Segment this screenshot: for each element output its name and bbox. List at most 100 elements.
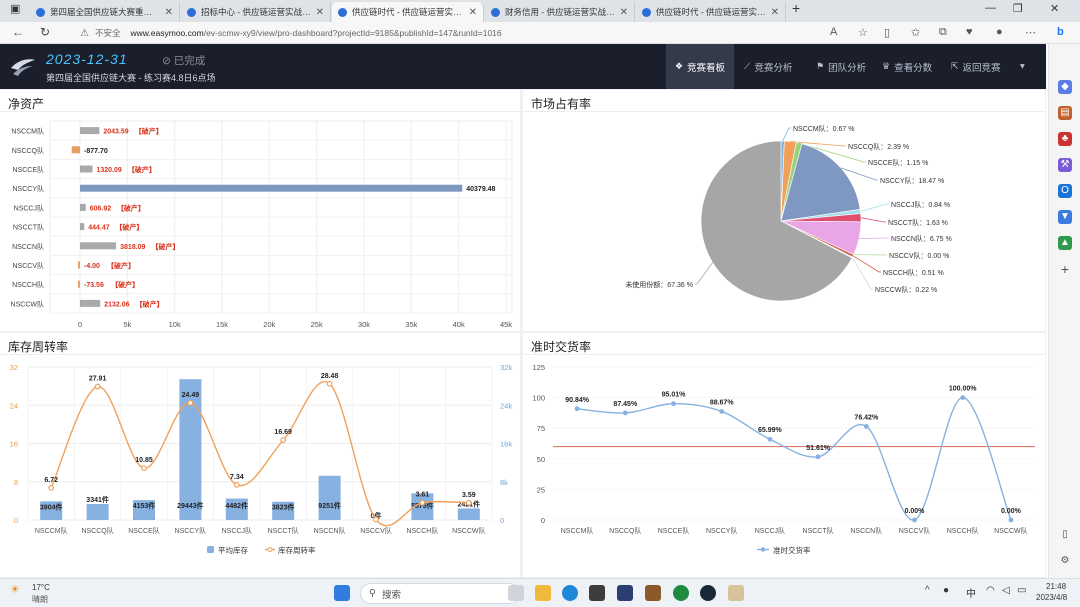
tab-actions-icon[interactable]: ▣	[10, 2, 20, 15]
net-asset-bar	[78, 261, 80, 269]
tag-icon[interactable]: ◆	[1058, 80, 1072, 94]
turnover-value-label: 24.49	[182, 392, 200, 399]
browser-tab[interactable]: 招标中心 - 供应链运营实战（赛 ✕	[181, 2, 331, 22]
app-icon[interactable]	[617, 585, 633, 601]
browser-tab-active[interactable]: 供应链时代 - 供应链运营实战（赛 ✕	[332, 2, 484, 22]
app-icon[interactable]	[645, 585, 661, 601]
qq-icon[interactable]: ●	[943, 585, 949, 596]
bankrupt-label: 【破产】	[128, 165, 156, 174]
url-host: www.easymoo.com	[130, 28, 204, 38]
new-tab-button[interactable]: +	[792, 0, 800, 16]
tab-title: 供应链时代 - 供应链运营实战（赛	[352, 7, 464, 17]
close-tab-icon[interactable]: ✕	[771, 7, 779, 18]
layout-icon[interactable]: ▯	[1058, 528, 1072, 542]
bankrupt-label: 【破产】	[111, 280, 139, 289]
panel-title: 准时交货率	[531, 340, 592, 354]
games-icon[interactable]: ♣	[1058, 132, 1072, 146]
bankrupt-label: 【破产】	[117, 203, 145, 212]
wifi-icon[interactable]: ◠	[986, 585, 995, 596]
status-label: ⊘ 已完成	[162, 53, 205, 68]
panel-divider	[0, 111, 520, 112]
browser-tab[interactable]: 供应链时代 - 供应链运营实战（赛 ✕	[636, 2, 786, 22]
legend-label: 库存周转率	[278, 545, 316, 555]
nav-team-analysis[interactable]: ⚑ 团队分析	[808, 44, 874, 89]
y-right-tick-label: 8k	[500, 478, 508, 487]
nav-back-to-contest[interactable]: ⇱ 返回竞赛	[943, 44, 1009, 89]
maximize-icon[interactable]: ❐	[1013, 2, 1023, 15]
legend-label: 平均库存	[218, 545, 248, 555]
panel-title: 市场占有率	[531, 97, 592, 111]
ontime-point	[863, 424, 869, 429]
weather-temp[interactable]: 17°C	[32, 583, 50, 592]
add-icon[interactable]: +	[1058, 262, 1072, 276]
bar-value-label: 9251件	[318, 501, 341, 510]
file-explorer-icon[interactable]	[535, 585, 551, 601]
close-tab-icon[interactable]: ✕	[165, 7, 173, 18]
ontime-point	[671, 401, 676, 407]
edge-browser-icon[interactable]	[562, 585, 578, 601]
y-left-tick-label: 32	[10, 363, 18, 372]
refresh-icon[interactable]: ↻	[40, 25, 50, 39]
browser-tab[interactable]: 财务信用 - 供应链运营实战（赛 ✕	[485, 2, 635, 22]
browser-tab[interactable]: 第四届全国供应链大赛重庆电力 ✕	[30, 2, 180, 22]
security-label: 不安全	[94, 28, 121, 38]
app-icon[interactable]	[728, 585, 744, 601]
more-icon[interactable]: ⋯	[1025, 26, 1036, 39]
task-view-icon[interactable]	[508, 585, 524, 601]
ime-indicator[interactable]: 中	[966, 585, 976, 600]
favorite-star-icon[interactable]: ☆	[858, 26, 868, 39]
nav-contest-analysis[interactable]: ⟋ 竞赛分析	[736, 44, 800, 89]
ontime-point	[960, 395, 966, 400]
clock-time[interactable]: 21:48	[1046, 582, 1066, 591]
tray-chevron-icon[interactable]: ^	[925, 585, 930, 596]
slice-label: NSCCW队：0.22 %	[875, 285, 937, 294]
nav-dashboard[interactable]: ❖ 竞赛看板	[666, 44, 734, 89]
shopping-icon[interactable]: ▤	[1058, 106, 1072, 120]
ontime-point	[1008, 517, 1014, 523]
split-screen-icon[interactable]: ▯	[884, 26, 890, 39]
turnover-point	[280, 437, 287, 444]
y-left-tick-label: 8	[14, 478, 18, 487]
profile-avatar-icon[interactable]: ●	[996, 26, 1003, 38]
url-bar[interactable]: ⚠ 不安全 www.easymoo.com/ev-scmw-xy9/view/p…	[80, 24, 860, 42]
search-icon: ⚲	[369, 588, 376, 599]
heart-icon[interactable]: ♥	[966, 26, 973, 38]
category-label: NSCCH队	[12, 280, 44, 289]
y-tick-label: 125	[532, 363, 545, 372]
close-tab-icon[interactable]: ✕	[620, 7, 628, 18]
speaker-icon[interactable]: ◁	[1002, 585, 1010, 596]
outlook-icon[interactable]: O	[1058, 184, 1072, 198]
market-share-chart: NSCCM队：0.67 % NSCCQ队：2.39 % NSCCE队：1.15 % N…	[625, 124, 952, 302]
tree-icon[interactable]: ▲	[1058, 236, 1072, 250]
nav-dropdown-icon[interactable]: ▾	[1012, 44, 1033, 89]
taskbar-search[interactable]: ⚲ 搜索	[360, 583, 520, 604]
flag-icon: ⚑	[816, 61, 825, 71]
category-label: NSCCW队	[11, 299, 44, 308]
x-tick-label: NSCCE队	[658, 526, 690, 535]
collections-icon[interactable]: ⧉	[939, 26, 947, 39]
drop-icon[interactable]: ▼	[1058, 210, 1072, 224]
bing-icon[interactable]: b	[1057, 26, 1064, 38]
value-label: 40379.48	[466, 186, 495, 193]
close-tab-icon[interactable]: ✕	[316, 7, 324, 18]
turnover-value-label: 6.72	[44, 477, 58, 484]
steam-icon[interactable]	[700, 585, 716, 601]
back-icon[interactable]: ←	[12, 25, 24, 39]
close-tab-icon[interactable]: ✕	[469, 7, 477, 18]
minimize-icon[interactable]: —	[985, 2, 996, 14]
window-close-icon[interactable]: ✕	[1050, 2, 1059, 15]
start-windows-icon[interactable]	[334, 585, 350, 601]
read-aloud-icon[interactable]: A	[830, 26, 837, 38]
weather-desc: 晴朗	[32, 595, 48, 604]
app-icon[interactable]	[589, 585, 605, 601]
bar-value-label: 4482件	[226, 501, 249, 510]
value-label: -73.56	[84, 282, 104, 289]
favorites-icon[interactable]: ✩	[911, 26, 920, 39]
tab-title: 财务信用 - 供应链运营实战（赛	[505, 7, 615, 17]
nav-view-score[interactable]: ♛ 查看分数	[874, 44, 940, 89]
turnover-value-label: 28.48	[321, 373, 339, 380]
xbox-icon[interactable]	[673, 585, 689, 601]
settings-gear-icon[interactable]: ⚙	[1058, 554, 1072, 568]
battery-icon[interactable]: ▭	[1017, 585, 1026, 596]
tools-icon[interactable]: ⚒	[1058, 158, 1072, 172]
